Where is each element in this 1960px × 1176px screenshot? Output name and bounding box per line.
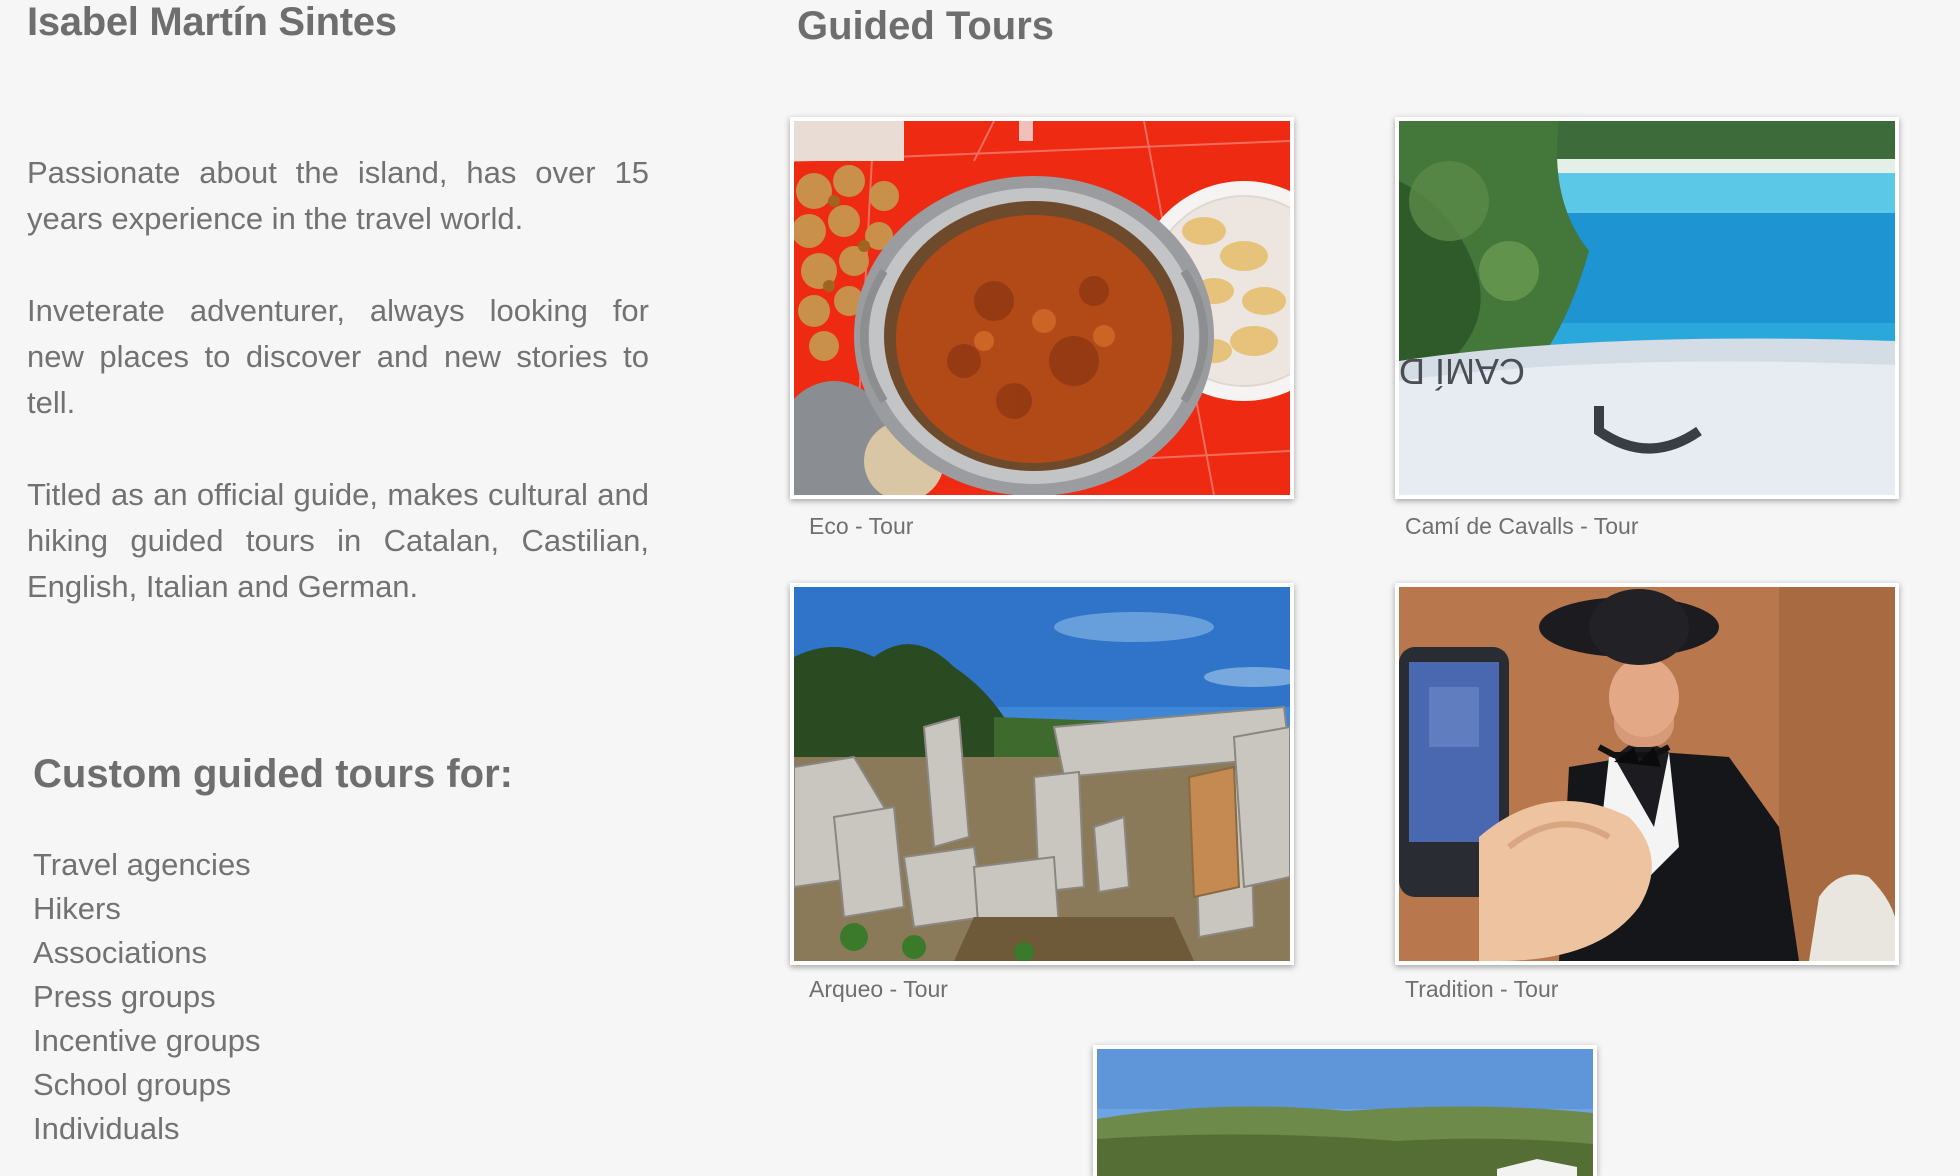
tradition-tour-label[interactable]: Tradition - Tour bbox=[1405, 976, 1558, 1003]
guide-bio: Passionate about the island, has over 15… bbox=[27, 150, 649, 656]
bio-paragraph: Titled as an official guide, makes cultu… bbox=[27, 477, 649, 604]
eco-tour-photo[interactable] bbox=[790, 117, 1294, 499]
arqueo-tour-label[interactable]: Arqueo - Tour bbox=[809, 976, 948, 1003]
cami-de-cavalls-tour-label[interactable]: Camí de Cavalls - Tour bbox=[1405, 513, 1639, 540]
eco-tour-label[interactable]: Eco - Tour bbox=[809, 513, 913, 540]
bio-paragraph: Passionate about the island, has over 15… bbox=[27, 155, 649, 236]
custom-tours-list: Travel agencies Hikers Associations Pres… bbox=[33, 843, 260, 1151]
list-item: School groups bbox=[33, 1067, 232, 1102]
custom-tours-heading: Custom guided tours for: bbox=[33, 752, 513, 796]
cami-de-cavalls-tour-photo[interactable]: CAMÍ DE CAVA bbox=[1395, 117, 1899, 499]
list-item: Individuals bbox=[33, 1111, 180, 1146]
list-item: Incentive groups bbox=[33, 1023, 261, 1058]
landscape-tour-photo[interactable] bbox=[1093, 1045, 1597, 1176]
guided-tours-heading: Guided Tours bbox=[797, 4, 1055, 48]
arqueo-tour-photo[interactable] bbox=[790, 583, 1294, 965]
cami-de-cavalls-sign-text: CAMÍ DE CAVA bbox=[1399, 351, 1525, 392]
list-item: Travel agencies bbox=[33, 847, 251, 882]
tradition-tour-photo[interactable] bbox=[1395, 583, 1899, 965]
list-item: Associations bbox=[33, 935, 208, 970]
guide-name: Isabel Martín Sintes bbox=[27, 0, 397, 44]
list-item: Press groups bbox=[33, 979, 216, 1014]
list-item: Hikers bbox=[33, 891, 121, 926]
bio-paragraph: Inveterate adventurer, always looking fo… bbox=[27, 293, 649, 420]
